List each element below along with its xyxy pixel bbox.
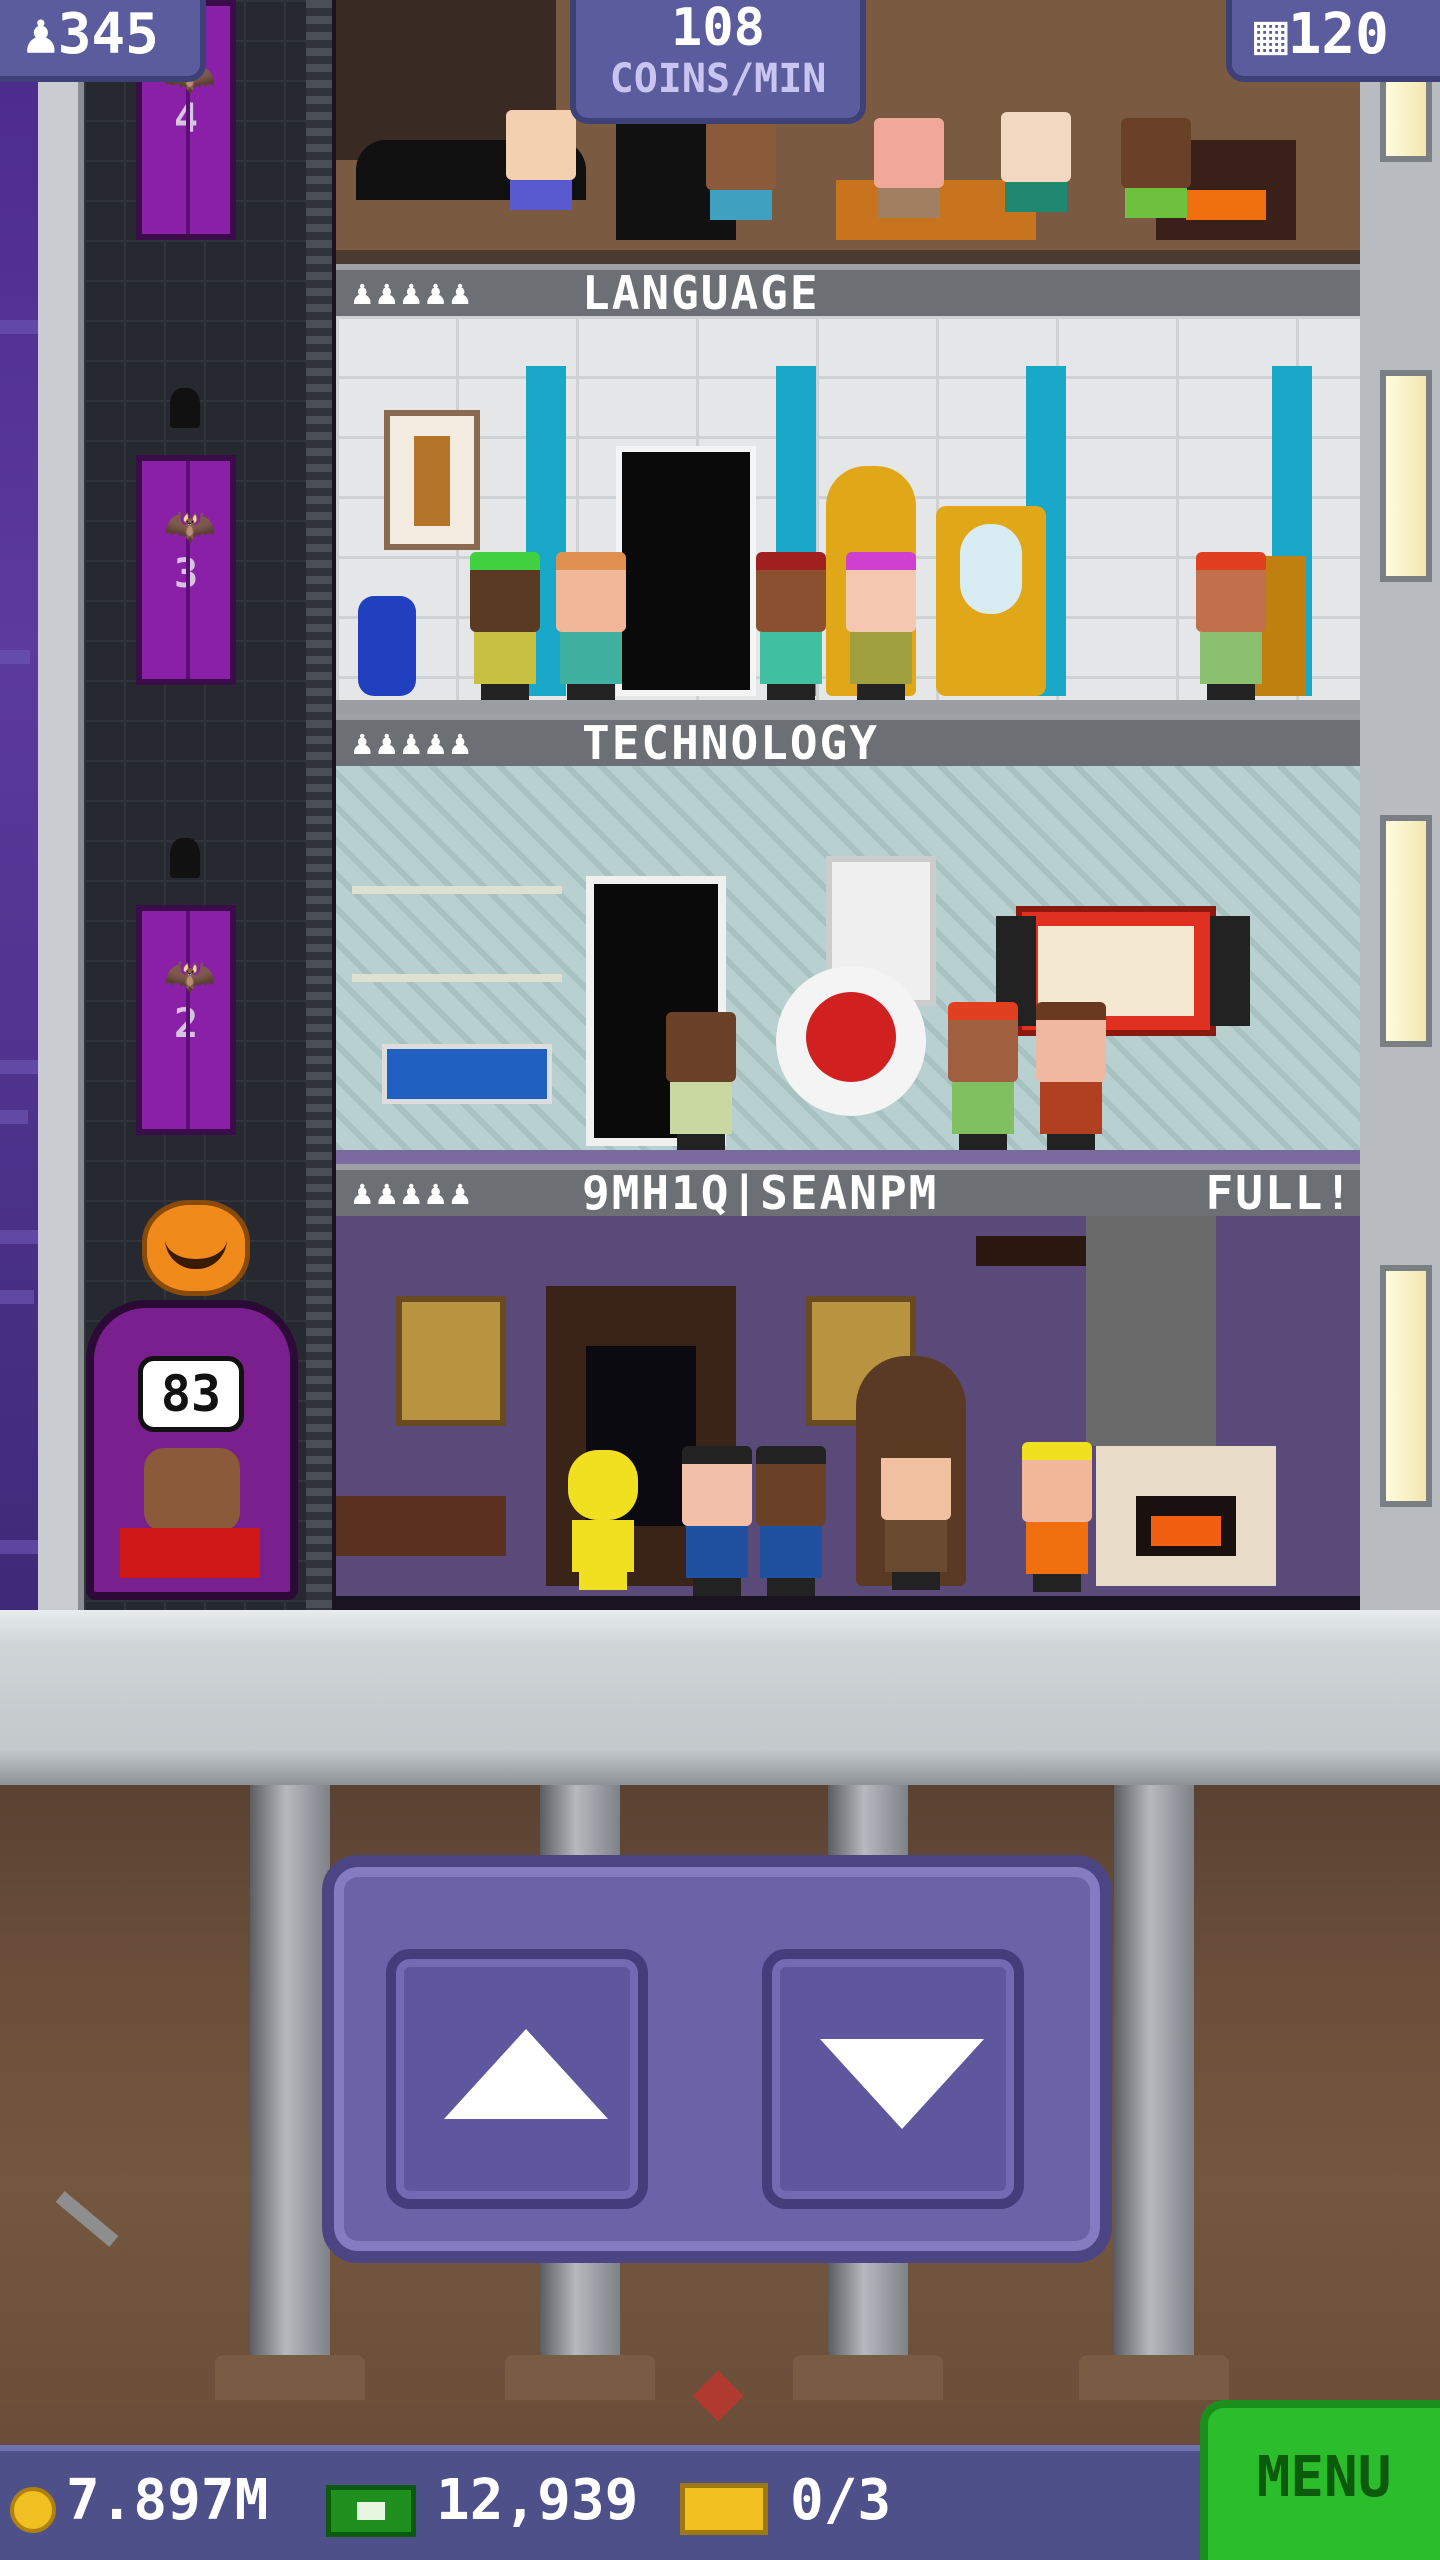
- coin-icon: [10, 2487, 56, 2533]
- elevator-sign: 83: [138, 1356, 244, 1432]
- arrow-up-icon: [444, 2029, 608, 2119]
- floor-language[interactable]: [336, 316, 1360, 700]
- floor-number-2: 2: [173, 1001, 199, 1047]
- person[interactable]: [948, 1002, 1018, 1150]
- person[interactable]: [706, 120, 776, 220]
- elevator-car[interactable]: 83: [86, 1300, 298, 1600]
- person[interactable]: [506, 110, 576, 210]
- egg-chair: [776, 966, 926, 1116]
- devil-costume: [120, 1528, 260, 1578]
- tickets-value: 0/3: [790, 2468, 892, 2533]
- pumpkin-icon: [142, 1200, 250, 1296]
- person[interactable]: [846, 552, 916, 700]
- tower-window: [1380, 815, 1432, 1047]
- coins-value: 7.897M: [66, 2468, 269, 2533]
- tech-shelf: [352, 886, 562, 1144]
- person[interactable]: [1196, 552, 1266, 700]
- person[interactable]: [666, 1012, 736, 1150]
- urn-icon: [170, 838, 200, 878]
- bux-icon: [326, 2485, 416, 2537]
- floor-divider: [336, 700, 1360, 714]
- stone-chimney: [1086, 1216, 1216, 1446]
- floor-divider: [336, 250, 1360, 264]
- capacity-icons: ♟♟♟♟♟: [352, 1173, 475, 1213]
- capacity-icons: ♟♟♟♟♟: [352, 273, 475, 313]
- floor-label-residential: ♟♟♟♟♟ 9MH1Q|SEANPM FULL!: [336, 1164, 1360, 1216]
- floor-count-value: 120: [1287, 2, 1389, 67]
- person[interactable]: [470, 552, 540, 700]
- golden-mirror: [936, 506, 1046, 696]
- population-counter[interactable]: ♟345: [0, 0, 206, 82]
- elevator-rail: [306, 0, 332, 1610]
- coins-per-min-label: COINS/MIN: [609, 56, 827, 102]
- person[interactable]: [756, 1446, 826, 1596]
- computer-monitor: [382, 1044, 552, 1104]
- person[interactable]: [1022, 1442, 1092, 1592]
- person[interactable]: [682, 1446, 752, 1596]
- elevator-down-button[interactable]: [762, 1949, 1024, 2209]
- side-table: [336, 1496, 506, 1556]
- bat-icon: 🦇: [163, 501, 217, 550]
- floor-status: FULL!: [1205, 1166, 1354, 1220]
- tower-window: [1380, 1265, 1432, 1507]
- tower-window: [1380, 370, 1432, 582]
- menu-button[interactable]: MENU: [1200, 2400, 1440, 2560]
- arrow-down-icon: [820, 2039, 984, 2129]
- pillar-base: [1079, 2355, 1229, 2400]
- elevator-up-button[interactable]: [386, 1949, 648, 2209]
- golden-ticket-icon: [680, 2483, 768, 2535]
- coins-per-min-display: 108 COINS/MIN: [570, 0, 866, 124]
- doorway: [616, 446, 756, 696]
- person[interactable]: [1121, 118, 1191, 218]
- floor-haunted-room[interactable]: [336, 1216, 1360, 1596]
- urn-icon: [170, 388, 200, 428]
- pillar-base: [793, 2355, 943, 2400]
- capacity-icons: ♟♟♟♟♟: [352, 723, 475, 763]
- pillar-base: [505, 2355, 655, 2400]
- person[interactable]: [881, 1440, 951, 1590]
- elevator-control-panel: [322, 1855, 1112, 2263]
- support-pillar: [250, 1785, 330, 2360]
- elevator-door-floor-2[interactable]: 2: [136, 905, 236, 1135]
- speaker: [1210, 916, 1250, 1026]
- person[interactable]: [874, 118, 944, 218]
- floor-label-language: ♟♟♟♟♟ LANGUAGE: [336, 264, 1360, 316]
- person[interactable]: [556, 552, 626, 700]
- person[interactable]: [1036, 1002, 1106, 1150]
- hieroglyph-scroll: [384, 410, 480, 550]
- fireplace: [1096, 1446, 1276, 1586]
- person[interactable]: [756, 552, 826, 700]
- floor-number-3: 3: [173, 551, 199, 597]
- building-icon: ▦: [1254, 2, 1288, 67]
- coins-per-min-value: 108: [671, 0, 765, 58]
- blue-vase: [358, 596, 416, 696]
- pillar-base: [215, 2355, 365, 2400]
- lobby-floor: [0, 1610, 1440, 1785]
- tower-left-wall: [38, 0, 84, 1610]
- population-value: 345: [57, 2, 159, 67]
- person[interactable]: [1001, 112, 1071, 212]
- elevator-operator: [144, 1448, 240, 1532]
- person-hazmat[interactable]: [568, 1450, 638, 1590]
- bux-value: 12,939: [436, 2468, 639, 2533]
- elevator-door-floor-3[interactable]: 3: [136, 455, 236, 685]
- person-icon: ♟: [24, 2, 58, 67]
- floor-label-technology: ♟♟♟♟♟ TECHNOLOGY: [336, 714, 1360, 766]
- portrait-frame: [396, 1296, 506, 1426]
- floor-divider: [336, 1150, 1360, 1164]
- bat-icon: 🦇: [163, 951, 217, 1000]
- floor-counter[interactable]: ▦120: [1226, 0, 1440, 82]
- floor-name: TECHNOLOGY: [582, 716, 879, 770]
- floor-name: LANGUAGE: [582, 266, 820, 320]
- floor-name: 9MH1Q|SEANPM: [582, 1166, 939, 1220]
- support-pillar: [1114, 1785, 1194, 2360]
- floor-number-4: 4: [173, 96, 199, 142]
- floor-technology[interactable]: [336, 766, 1360, 1150]
